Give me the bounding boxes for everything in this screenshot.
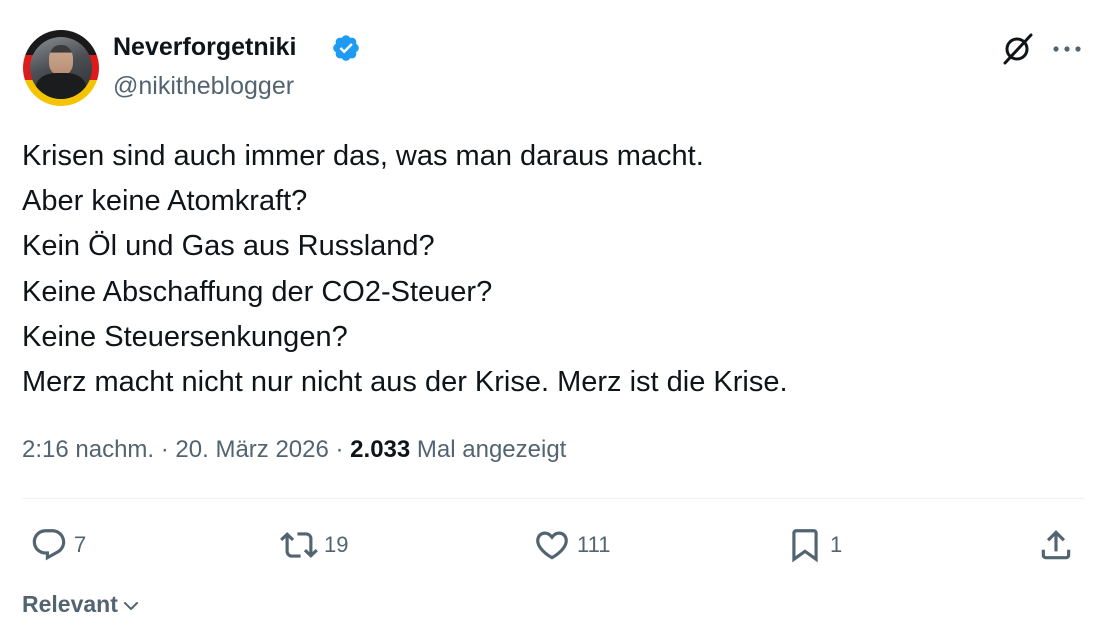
- post-text-line: Aber keine Atomkraft?: [22, 185, 308, 218]
- share-button[interactable]: [1037, 522, 1075, 568]
- avatar-photo: [30, 37, 92, 99]
- reply-count: 7: [74, 532, 87, 557]
- avatar[interactable]: [23, 30, 99, 106]
- meta-separator: ·: [154, 436, 176, 463]
- bookmark-button[interactable]: 1: [786, 522, 842, 568]
- meta-separator: ·: [328, 436, 351, 463]
- post-text-line: Keine Steuersenkungen?: [22, 320, 348, 353]
- post-text-line: Keine Abschaffung der CO2-Steuer?: [22, 275, 493, 308]
- views-label: Mal angezeigt: [410, 436, 567, 463]
- reply-button[interactable]: 7: [30, 522, 86, 568]
- bookmark-icon: [792, 529, 818, 563]
- avatar-head: [49, 45, 73, 75]
- author-handle[interactable]: @nikitheblogger: [113, 70, 294, 102]
- repost-count: 19: [324, 532, 349, 557]
- repost-button[interactable]: 19: [280, 522, 348, 568]
- author-display-name[interactable]: Neverforgetniki: [113, 31, 296, 63]
- sort-replies-dropdown[interactable]: Relevant: [22, 588, 141, 620]
- like-count: 111: [577, 532, 611, 557]
- post-text-line: Krisen sind auch immer das, was man dara…: [22, 140, 704, 172]
- more-options-icon[interactable]: [1050, 36, 1084, 62]
- bookmark-count: 1: [830, 532, 843, 557]
- views-count: 2.033: [350, 436, 411, 463]
- divider: [22, 498, 1084, 499]
- reply-icon: [32, 529, 66, 561]
- post-text-line: Kein Öl und Gas aus Russland?: [22, 230, 435, 263]
- verified-badge-icon[interactable]: [331, 33, 361, 63]
- post-meta: 2:16 nachm. · 20. März 2026 · 2.033 Mal …: [22, 432, 566, 468]
- post-text-line: Merz macht nicht nur nicht aus der Krise…: [22, 366, 788, 399]
- heart-icon: [536, 531, 568, 560]
- avatar-body: [36, 73, 86, 99]
- like-button[interactable]: 111: [533, 522, 610, 568]
- post-text: Krisen sind auch immer das, was man dara…: [22, 134, 1082, 405]
- chevron-down-icon: [123, 602, 138, 610]
- post-time[interactable]: 2:16 nachm.: [22, 436, 154, 463]
- share-icon: [1041, 530, 1071, 560]
- tweet: Neverforgetniki @nikitheblogger Krisen s…: [0, 0, 1106, 633]
- sort-label: Relevant: [22, 591, 118, 617]
- post-date[interactable]: 20. März 2026: [175, 436, 328, 463]
- repost-icon: [280, 532, 318, 558]
- grok-icon[interactable]: [1000, 32, 1034, 66]
